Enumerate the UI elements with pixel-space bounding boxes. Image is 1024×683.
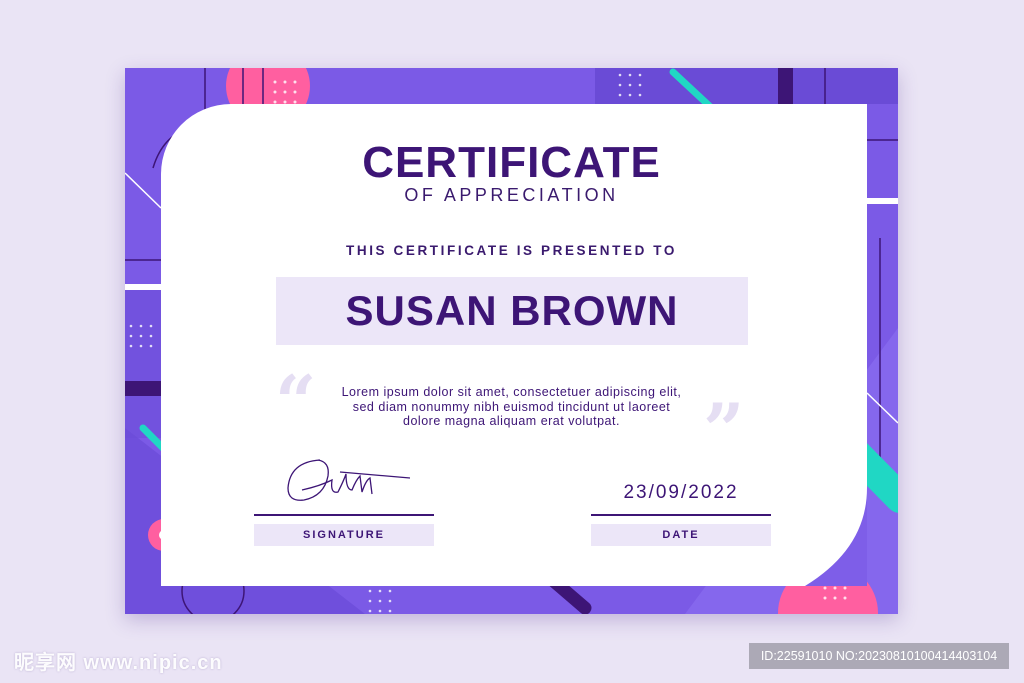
date-line (591, 514, 771, 516)
signature-icon (287, 459, 411, 501)
certificate-frame: CERTIFICATE OF APPRECIATION THIS CERTIFI… (125, 68, 898, 614)
watermark-left: 昵享网 www.nipic.cn (14, 652, 223, 674)
recipient-name: SUSAN BROWN (345, 287, 679, 334)
date-value: 23/09/2022 (623, 482, 739, 503)
certificate-subtitle: OF APPRECIATION (404, 185, 619, 205)
presented-to-text: THIS CERTIFICATE IS PRESENTED TO (346, 243, 677, 258)
recipient-name-box: SUSAN BROWN (276, 277, 748, 345)
body-line: Lorem ipsum dolor sit amet, consectetuer… (341, 385, 682, 399)
panel-corner-curve (805, 488, 867, 586)
watermark-right: ID:22591010 NO:20230810100414403104 (749, 643, 1009, 669)
signature-line (254, 514, 434, 516)
certificate-body-text: Lorem ipsum dolor sit amet, consectetuer… (275, 385, 748, 429)
certificate-title: CERTIFICATE (362, 138, 661, 187)
date-label: DATE (591, 524, 771, 546)
body-line: dolore magna aliquam erat volutpat. (403, 414, 620, 428)
signature-label: SIGNATURE (254, 524, 434, 546)
body-line: sed diam nonummy nibh euismod tincidunt … (352, 399, 671, 414)
